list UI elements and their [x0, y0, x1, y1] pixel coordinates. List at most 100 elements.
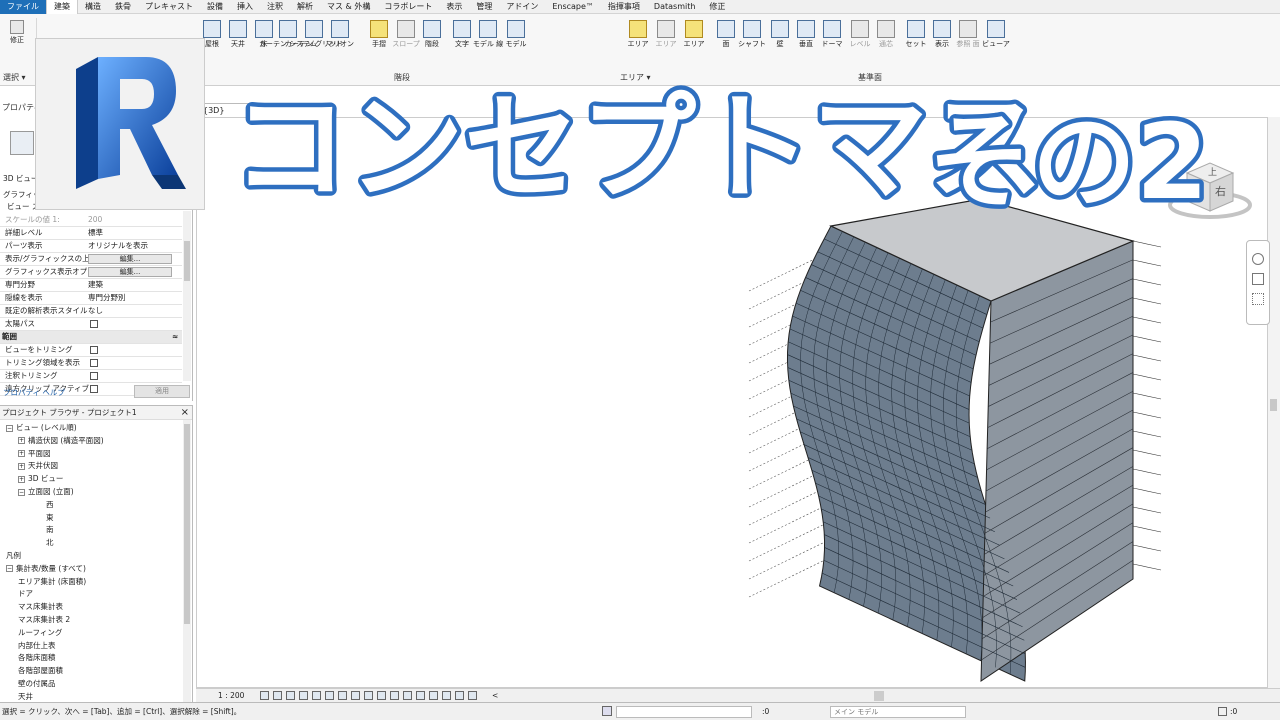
- browser-node[interactable]: − 集計表/数量 (すべて): [6, 563, 86, 574]
- ribbon-button-9[interactable]: 文字: [448, 18, 476, 66]
- property-value[interactable]: 標準: [88, 227, 103, 239]
- browser-node[interactable]: 内部仕上表: [18, 640, 56, 651]
- view-control-icon[interactable]: [390, 691, 399, 700]
- ribbon-button-16[interactable]: シャフト: [738, 18, 766, 66]
- workset-icon[interactable]: [602, 706, 612, 716]
- browser-node[interactable]: + 構造伏図 (構造平面図): [18, 435, 104, 446]
- viewcube[interactable]: 上 前 右: [1165, 155, 1255, 225]
- collapse-icon[interactable]: −: [6, 565, 13, 573]
- close-icon[interactable]: ×: [181, 407, 189, 418]
- ribbon-tab-1[interactable]: 建築: [46, 0, 78, 14]
- view-control-icon[interactable]: [429, 691, 438, 700]
- ribbon-tab-2[interactable]: 構造: [78, 0, 108, 14]
- ribbon-button-14[interactable]: エリア: [680, 18, 708, 66]
- apply-button[interactable]: 適用: [134, 385, 190, 398]
- view-control-icon[interactable]: [299, 691, 308, 700]
- ribbon-button-18[interactable]: 垂直: [792, 18, 820, 66]
- properties-scrollbar[interactable]: [183, 211, 191, 381]
- browser-node[interactable]: − 立面図 (立面): [18, 486, 74, 497]
- ribbon-button-17[interactable]: 壁: [766, 18, 794, 66]
- ribbon-button-4[interactable]: カーテン グリッド: [285, 18, 343, 66]
- ribbon-button-7[interactable]: スロープ: [392, 18, 420, 66]
- ribbon-tab-16[interactable]: Datasmith: [647, 0, 703, 14]
- collapse-icon[interactable]: −: [6, 424, 13, 432]
- design-option-dropdown[interactable]: メイン モデル: [830, 706, 966, 718]
- ribbon-tab-11[interactable]: 表示: [439, 0, 469, 14]
- view-control-icon[interactable]: [312, 691, 321, 700]
- select-panel-label[interactable]: 選択 ▾: [3, 72, 26, 83]
- ribbon-tab-13[interactable]: アドイン: [499, 0, 545, 14]
- browser-node[interactable]: + 天井伏図: [18, 460, 58, 471]
- view-control-icon[interactable]: [338, 691, 347, 700]
- ribbon-tab-10[interactable]: コラボレート: [377, 0, 439, 14]
- browser-node[interactable]: + 平面図: [18, 448, 51, 459]
- browser-node[interactable]: 南: [46, 524, 54, 535]
- property-checkbox[interactable]: [90, 320, 98, 328]
- properties-help-link[interactable]: プロパティ ヘルプ: [3, 387, 65, 398]
- ribbon-tab-8[interactable]: 解析: [290, 0, 320, 14]
- scroll-left-icon[interactable]: <: [492, 689, 498, 702]
- ribbon-tab-5[interactable]: 設備: [200, 0, 230, 14]
- view-control-icon[interactable]: [325, 691, 334, 700]
- ribbon-tab-12[interactable]: 管理: [469, 0, 499, 14]
- property-row[interactable]: 太陽パス: [0, 318, 182, 331]
- panel-label-area[interactable]: エリア ▾: [620, 72, 651, 83]
- ribbon-tab-7[interactable]: 注釈: [260, 0, 290, 14]
- browser-node[interactable]: マス床集計表 2: [18, 614, 70, 625]
- property-checkbox[interactable]: [90, 385, 98, 393]
- view-control-icon[interactable]: [416, 691, 425, 700]
- view-control-icon[interactable]: [286, 691, 295, 700]
- ribbon-button-1[interactable]: 天井: [224, 18, 252, 66]
- view-scale[interactable]: 1 : 200: [218, 689, 244, 702]
- browser-node[interactable]: 凡例: [6, 550, 21, 561]
- collapse-icon[interactable]: −: [18, 488, 25, 496]
- view-control-icon[interactable]: [273, 691, 282, 700]
- browser-node[interactable]: 西: [46, 499, 54, 510]
- view-control-icon[interactable]: [351, 691, 360, 700]
- property-row[interactable]: 隠線を表示 専門分野別: [0, 292, 182, 305]
- browser-node[interactable]: +3D ビュー: [18, 473, 63, 484]
- ribbon-button-15[interactable]: 面: [712, 18, 740, 66]
- browser-node[interactable]: ルーフィング: [18, 627, 62, 638]
- browser-node[interactable]: エリア集計 (床面積): [18, 576, 86, 587]
- property-value[interactable]: 専門分野別: [88, 292, 126, 304]
- property-row[interactable]: 表示/グラフィックスの上... 編集...: [0, 253, 182, 266]
- ribbon-button-22[interactable]: セット: [902, 18, 930, 66]
- property-row[interactable]: スケールの値 1: 200: [0, 214, 182, 227]
- view-control-icon[interactable]: [468, 691, 477, 700]
- ribbon-button-25[interactable]: ビューア: [982, 18, 1010, 66]
- expand-icon[interactable]: +: [18, 437, 25, 445]
- ribbon-button-10[interactable]: モデル 線: [473, 18, 503, 66]
- ribbon-tab-3[interactable]: 鉄骨: [108, 0, 138, 14]
- navigation-bar[interactable]: [1246, 240, 1270, 325]
- ribbon-button-12[interactable]: エリア: [624, 18, 652, 66]
- ribbon-tab-4[interactable]: プレキャスト: [138, 0, 200, 14]
- ribbon-button-11[interactable]: モデル: [502, 18, 530, 66]
- view-control-icon[interactable]: [364, 691, 373, 700]
- ribbon-button-24[interactable]: 参照 面: [954, 18, 982, 66]
- extents-section[interactable]: 範囲 ≈: [0, 331, 182, 344]
- ribbon-tab-6[interactable]: 挿入: [230, 0, 260, 14]
- modify-button[interactable]: 修正: [2, 18, 32, 66]
- ribbon-button-8[interactable]: 階段: [418, 18, 446, 66]
- browser-node[interactable]: 北: [46, 537, 54, 548]
- browser-node[interactable]: 壁の付属品: [18, 678, 56, 689]
- browser-node[interactable]: 各階床面積: [18, 652, 56, 663]
- expand-icon[interactable]: +: [18, 475, 25, 483]
- ribbon-button-19[interactable]: ドーマ: [818, 18, 846, 66]
- vertical-scrollbar[interactable]: [1268, 117, 1280, 688]
- steering-wheel-icon[interactable]: [1252, 253, 1264, 265]
- browser-node[interactable]: マス床集計表: [18, 601, 63, 612]
- property-checkbox[interactable]: [90, 359, 98, 367]
- property-row[interactable]: 詳細レベル 標準: [0, 227, 182, 240]
- browser-node[interactable]: 各階部屋面積: [18, 665, 63, 676]
- browser-node[interactable]: 天井: [18, 691, 33, 702]
- edit-button[interactable]: 編集...: [88, 267, 172, 277]
- view-tab-3d[interactable]: {3D} ×: [196, 103, 282, 118]
- instance-type-label[interactable]: 3D ビュー: [3, 173, 38, 184]
- expand-icon[interactable]: +: [18, 450, 25, 458]
- property-value[interactable]: 建築: [88, 279, 103, 291]
- browser-scrollbar[interactable]: [183, 420, 191, 702]
- property-row[interactable]: グラフィックス表示オプシ... 編集...: [0, 266, 182, 279]
- ribbon-button-13[interactable]: エリア: [652, 18, 680, 66]
